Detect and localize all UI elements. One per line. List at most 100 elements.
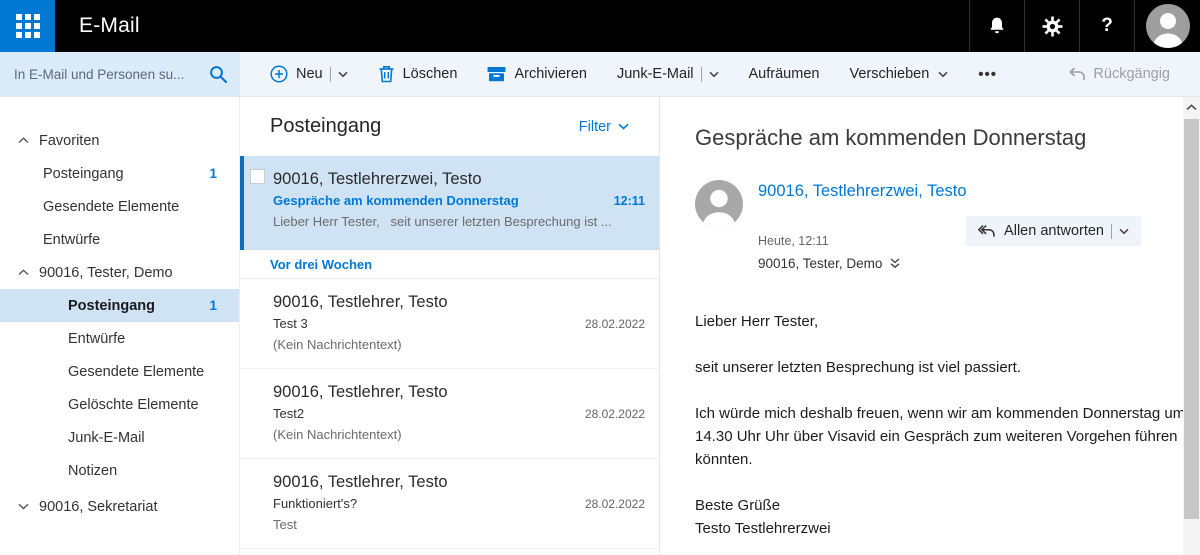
folder-label: Gelöschte Elemente: [68, 397, 199, 413]
sweep-label: Aufräumen: [749, 66, 820, 82]
account-button[interactable]: [1134, 0, 1200, 52]
search-box[interactable]: [0, 52, 240, 96]
mail-preview: (Kein Nachrichtentext): [273, 427, 645, 442]
app-launcher-button[interactable]: [0, 0, 55, 52]
mail-sender: 90016, Testlehrer, Testo: [273, 380, 645, 404]
mail-list-item[interactable]: 90016, Testlehrer, Testo Funktioniert's?…: [240, 459, 659, 549]
sidebar-item-gesendete-fav[interactable]: Gesendete Elemente: [0, 190, 239, 223]
select-checkbox[interactable]: [250, 169, 265, 184]
recipient-label: 90016, Tester, Demo: [758, 256, 882, 271]
chevron-up-icon[interactable]: [18, 137, 29, 144]
help-icon: ?: [1101, 15, 1113, 37]
message-list-pane: Posteingang Filter 90016, Testlehrerzwei…: [240, 97, 660, 555]
move-button[interactable]: Verschieben: [849, 66, 948, 82]
app-title: E-Mail: [79, 14, 140, 38]
reading-pane: Gespräche am kommenden Donnerstag 90016,…: [660, 97, 1183, 555]
mail-subject: Gespräche am kommenden Donnerstag: [273, 193, 519, 208]
message-recipient[interactable]: 90016, Tester, Demo: [758, 256, 1141, 271]
unread-count-badge: 1: [209, 166, 217, 181]
scroll-up-arrow[interactable]: [1183, 99, 1200, 116]
avatar: [1146, 4, 1190, 48]
notifications-button[interactable]: [969, 0, 1024, 52]
sender-avatar: [695, 180, 743, 228]
mail-list-item[interactable]: 90016, Testlehrerzwei, Testo Gespräche a…: [240, 156, 659, 250]
sender-name-link[interactable]: 90016, Testlehrerzwei, Testo: [758, 178, 1141, 201]
filter-button[interactable]: Filter: [579, 119, 629, 135]
chevron-down-icon[interactable]: [18, 503, 29, 510]
folder-label: Posteingang: [68, 298, 155, 314]
chevron-down-icon: [618, 123, 629, 130]
group-sekretariat[interactable]: 90016, Sekretariat: [0, 490, 239, 523]
mail-subject: Test2: [273, 406, 304, 421]
undo-button: Rückgängig: [1068, 66, 1170, 82]
split-divider: [330, 67, 331, 82]
sidebar-item-posteingang-selected[interactable]: Posteingang 1: [0, 289, 239, 322]
mail-subject: Test 3: [273, 316, 308, 331]
mail-date: 28.02.2022: [585, 497, 645, 511]
archive-button[interactable]: Archivieren: [487, 66, 587, 82]
folder-label: Posteingang: [43, 166, 124, 182]
sidebar-item-posteingang-fav[interactable]: Posteingang 1: [0, 157, 239, 190]
help-button[interactable]: ?: [1079, 0, 1134, 52]
group-tester-demo[interactable]: 90016, Tester, Demo: [0, 256, 239, 289]
mail-sender: 90016, Testlehrer, Testo: [273, 470, 645, 494]
mail-preview: (Kein Nachrichtentext): [273, 337, 645, 352]
junk-label: Junk-E-Mail: [617, 66, 694, 82]
chevron-up-icon[interactable]: [18, 269, 29, 276]
message-header: 90016, Testlehrerzwei, Testo Allen antwo…: [695, 178, 1141, 283]
mail-date: 28.02.2022: [585, 407, 645, 421]
mail-list-item[interactable]: 90016, Testlehrer, Testo Test 3 28.02.20…: [240, 279, 659, 369]
folder-label: Gesendete Elemente: [68, 364, 204, 380]
double-chevron-down-icon: [890, 258, 900, 269]
mail-sender: 90016, Testlehrerzwei, Testo: [273, 167, 645, 191]
reply-all-label: Allen antworten: [1004, 223, 1104, 239]
reply-all-button[interactable]: Allen antworten: [966, 216, 1141, 246]
mail-preview: Test: [273, 517, 645, 532]
app-launcher-grid-icon: [16, 14, 40, 38]
undo-icon: [1068, 67, 1085, 82]
chevron-down-icon[interactable]: [709, 71, 719, 78]
body-paragraph: Ich würde mich deshalb freuen, wenn wir …: [695, 402, 1183, 471]
undo-label: Rückgängig: [1093, 66, 1170, 82]
new-mail-label: Neu: [296, 66, 323, 82]
mail-time: 12:11: [614, 194, 645, 208]
junk-button[interactable]: Junk-E-Mail: [617, 66, 719, 82]
sidebar-item-geloeschte[interactable]: Gelöschte Elemente: [0, 388, 239, 421]
message-body: Lieber Herr Tester, seit unserer letzten…: [695, 310, 1183, 540]
scrollbar-thumb[interactable]: [1184, 119, 1199, 519]
reply-all-icon: [978, 224, 995, 238]
settings-button[interactable]: [1024, 0, 1079, 52]
search-input[interactable]: [14, 67, 209, 82]
mail-list-item[interactable]: 90016, Testlehrer, Testo Test2 28.02.202…: [240, 369, 659, 459]
filter-label: Filter: [579, 119, 611, 135]
unread-count-badge: 1: [209, 298, 217, 313]
mail-subject: Funktioniert's?: [273, 496, 357, 511]
message-subject: Gespräche am kommenden Donnerstag: [695, 125, 1141, 151]
body-paragraph: Lieber Herr Tester,: [695, 310, 1183, 333]
search-icon[interactable]: [209, 65, 228, 84]
sidebar-item-notizen[interactable]: Notizen: [0, 454, 239, 487]
group-label: 90016, Sekretariat: [39, 499, 158, 515]
command-row: Neu Löschen Archivieren Junk-E-Mail: [0, 52, 1200, 97]
delete-button[interactable]: Löschen: [378, 65, 458, 83]
bell-icon: [987, 16, 1007, 36]
delete-label: Löschen: [403, 66, 458, 82]
new-mail-button[interactable]: Neu: [270, 65, 348, 83]
reading-pane-scrollbar[interactable]: [1183, 97, 1200, 555]
group-favoriten[interactable]: Favoriten: [0, 124, 239, 157]
sidebar-item-entwuerfe[interactable]: Entwürfe: [0, 322, 239, 355]
folder-label: Notizen: [68, 463, 117, 479]
split-divider: [1111, 224, 1112, 239]
sidebar-item-junk[interactable]: Junk-E-Mail: [0, 421, 239, 454]
body-paragraph: Beste Grüße: [695, 494, 1183, 517]
sidebar-item-gesendete[interactable]: Gesendete Elemente: [0, 355, 239, 388]
split-divider: [701, 67, 702, 82]
plus-circle-icon: [270, 65, 288, 83]
chevron-down-icon[interactable]: [1119, 228, 1129, 235]
sweep-button[interactable]: Aufräumen: [749, 66, 820, 82]
archive-label: Archivieren: [514, 66, 587, 82]
folder-label: Gesendete Elemente: [43, 199, 179, 215]
more-commands-button[interactable]: •••: [978, 66, 997, 83]
chevron-down-icon[interactable]: [338, 71, 348, 78]
sidebar-item-entwuerfe-fav[interactable]: Entwürfe: [0, 223, 239, 256]
